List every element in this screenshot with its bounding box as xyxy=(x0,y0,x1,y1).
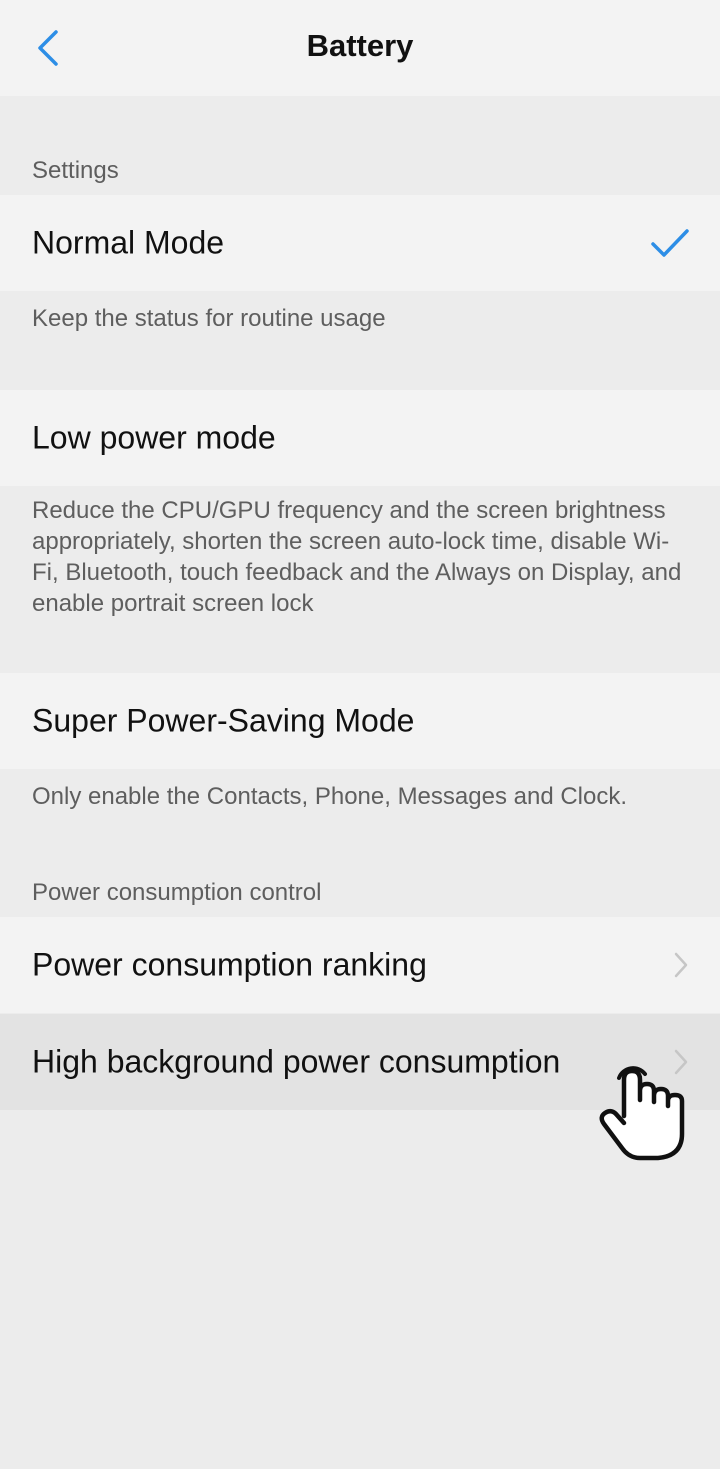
power-consumption-ranking-label: Power consumption ranking xyxy=(32,946,427,983)
high-background-power-label: High background power consumption xyxy=(32,1043,561,1080)
mode-item-low-power-label: Low power mode xyxy=(32,419,276,456)
tap-hand-pointer-icon xyxy=(599,1066,685,1161)
mode-item-super-saving-label: Super Power-Saving Mode xyxy=(32,702,415,739)
checkmark-icon xyxy=(651,229,689,257)
power-consumption-ranking-item[interactable]: Power consumption ranking xyxy=(0,917,720,1013)
mode-item-super-saving[interactable]: Super Power-Saving Mode xyxy=(0,673,720,769)
chevron-right-icon xyxy=(674,952,688,978)
mode-item-normal-label: Normal Mode xyxy=(32,224,225,261)
top-bar: Battery xyxy=(0,0,720,96)
mode-description-normal: Keep the status for routine usage xyxy=(32,305,386,332)
mode-item-low-power[interactable]: Low power mode xyxy=(0,390,720,486)
section-label-settings: Settings xyxy=(32,157,119,184)
page-title: Battery xyxy=(306,28,414,63)
mode-item-normal[interactable]: Normal Mode xyxy=(0,195,720,291)
section-label-power-control: Power consumption control xyxy=(32,879,322,906)
mode-description-super-saving: Only enable the Contacts, Phone, Message… xyxy=(32,783,628,810)
mode-description-low-power: Reduce the CPU/GPU frequency and the scr… xyxy=(32,497,682,617)
